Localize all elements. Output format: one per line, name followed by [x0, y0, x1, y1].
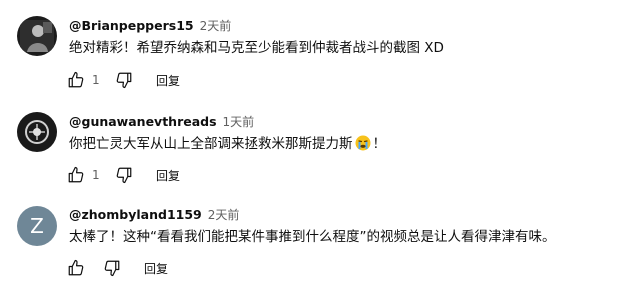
comment-actions: 回复 [66, 256, 168, 280]
dislike-icon[interactable] [114, 70, 134, 90]
like-count: 1 [92, 168, 100, 182]
like-icon[interactable] [66, 70, 86, 90]
comment-text-part: 你把亡灵大军从山上全部调来拯救米那斯提力斯 [69, 136, 353, 152]
comment-text: 绝对精彩！希望乔纳森和马克至少能看到仲裁者战斗的截图 XD [69, 40, 444, 56]
reply-button[interactable]: 回复 [156, 167, 180, 184]
avatar[interactable] [17, 16, 57, 56]
avatar[interactable]: Z [17, 206, 57, 246]
comment-text-part: ！ [372, 136, 387, 152]
crying-face-emoji-icon [355, 135, 371, 157]
reply-button[interactable]: 回复 [144, 260, 168, 277]
like-icon[interactable] [66, 165, 86, 185]
reply-button[interactable]: 回复 [156, 72, 180, 89]
comment-actions: 1 回复 [66, 68, 180, 92]
dark-figure-avatar-icon [17, 16, 57, 56]
dislike-icon[interactable] [102, 258, 122, 278]
comment-text: 你把亡灵大军从山上全部调来拯救米那斯提力斯 ！ [69, 134, 386, 157]
comment-header: @zhombyland1159 2天前 [69, 205, 239, 223]
author-name[interactable]: @gunawanevthreads [69, 114, 217, 129]
comment-text: 太棒了！这种“看看我们能把某件事推到什么程度”的视频总是让人看得津津有味。 [69, 229, 556, 245]
timestamp[interactable]: 2天前 [208, 206, 240, 223]
dislike-icon[interactable] [114, 165, 134, 185]
author-name[interactable]: @zhombyland1159 [69, 207, 202, 222]
dark-logo-avatar-icon [17, 112, 57, 152]
comment-item: Z @zhombyland1159 2天前 太棒了！这种“看看我们能把某件事推到… [0, 192, 641, 288]
comment-header: @gunawanevthreads 1天前 [69, 112, 254, 130]
like-icon[interactable] [66, 258, 86, 278]
comment-actions: 1 回复 [66, 163, 180, 187]
comment-item: @Brianpeppers15 2天前 绝对精彩！希望乔纳森和马克至少能看到仲裁… [0, 0, 641, 96]
comment-item: @gunawanevthreads 1天前 你把亡灵大军从山上全部调来拯救米那斯… [0, 96, 641, 192]
author-name[interactable]: @Brianpeppers15 [69, 18, 194, 33]
timestamp[interactable]: 2天前 [200, 17, 232, 34]
like-count: 1 [92, 73, 100, 87]
timestamp[interactable]: 1天前 [223, 113, 255, 130]
comment-header: @Brianpeppers15 2天前 [69, 16, 231, 34]
avatar[interactable] [17, 112, 57, 152]
